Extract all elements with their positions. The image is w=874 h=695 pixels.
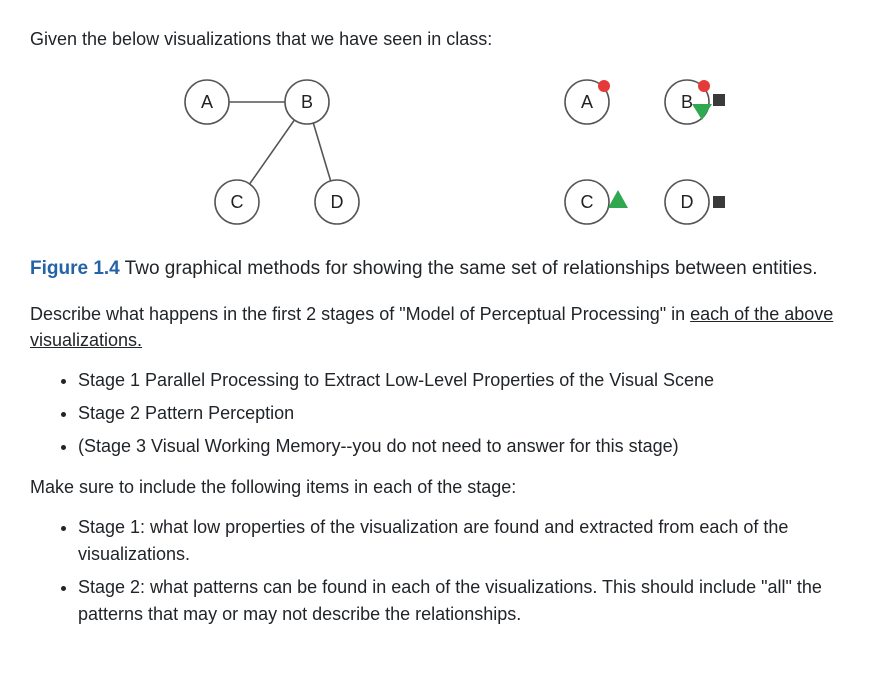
node-B-right-label: B	[681, 92, 693, 112]
stage-1-item: Stage 1 Parallel Processing to Extract L…	[78, 367, 844, 394]
document-page: Given the below visualizations that we h…	[0, 0, 874, 672]
red-dot-icon	[598, 80, 610, 92]
node-A-left-label: A	[201, 92, 213, 112]
node-D-right-label: D	[681, 192, 694, 212]
figure-1-4: A B C D A B	[30, 62, 844, 242]
stage-3-item: (Stage 3 Visual Working Memory--you do n…	[78, 433, 844, 460]
diagram-node-link: A B C D	[185, 80, 359, 224]
requirements-list: Stage 1: what low properties of the visu…	[30, 514, 844, 628]
dark-square-icon	[713, 94, 725, 106]
figure-svg: A B C D A B	[77, 62, 797, 242]
stages-list: Stage 1 Parallel Processing to Extract L…	[30, 367, 844, 460]
stage-2-item: Stage 2 Pattern Perception	[78, 400, 844, 427]
intro-text: Given the below visualizations that we h…	[30, 26, 844, 52]
instruction-part1: Describe what happens in the first 2 sta…	[30, 304, 690, 324]
node-B-left-label: B	[301, 92, 313, 112]
figure-label: Figure 1.4	[30, 258, 120, 279]
dark-square-icon	[713, 196, 725, 208]
requirements-intro: Make sure to include the following items…	[30, 474, 844, 500]
node-C-left-label: C	[231, 192, 244, 212]
green-triangle-icon	[608, 190, 628, 208]
figure-caption: Figure 1.4 Two graphical methods for sho…	[30, 256, 844, 283]
requirement-stage-2: Stage 2: what patterns can be found in e…	[78, 574, 844, 628]
node-A-right-label: A	[581, 92, 593, 112]
requirement-stage-1: Stage 1: what low properties of the visu…	[78, 514, 844, 568]
node-C-right-label: C	[581, 192, 594, 212]
node-D-left-label: D	[331, 192, 344, 212]
diagram-marker-coded: A B C D	[565, 80, 725, 224]
red-dot-icon	[698, 80, 710, 92]
instruction-text: Describe what happens in the first 2 sta…	[30, 301, 844, 353]
figure-caption-rest: Two graphical methods for showing the sa…	[120, 258, 818, 279]
